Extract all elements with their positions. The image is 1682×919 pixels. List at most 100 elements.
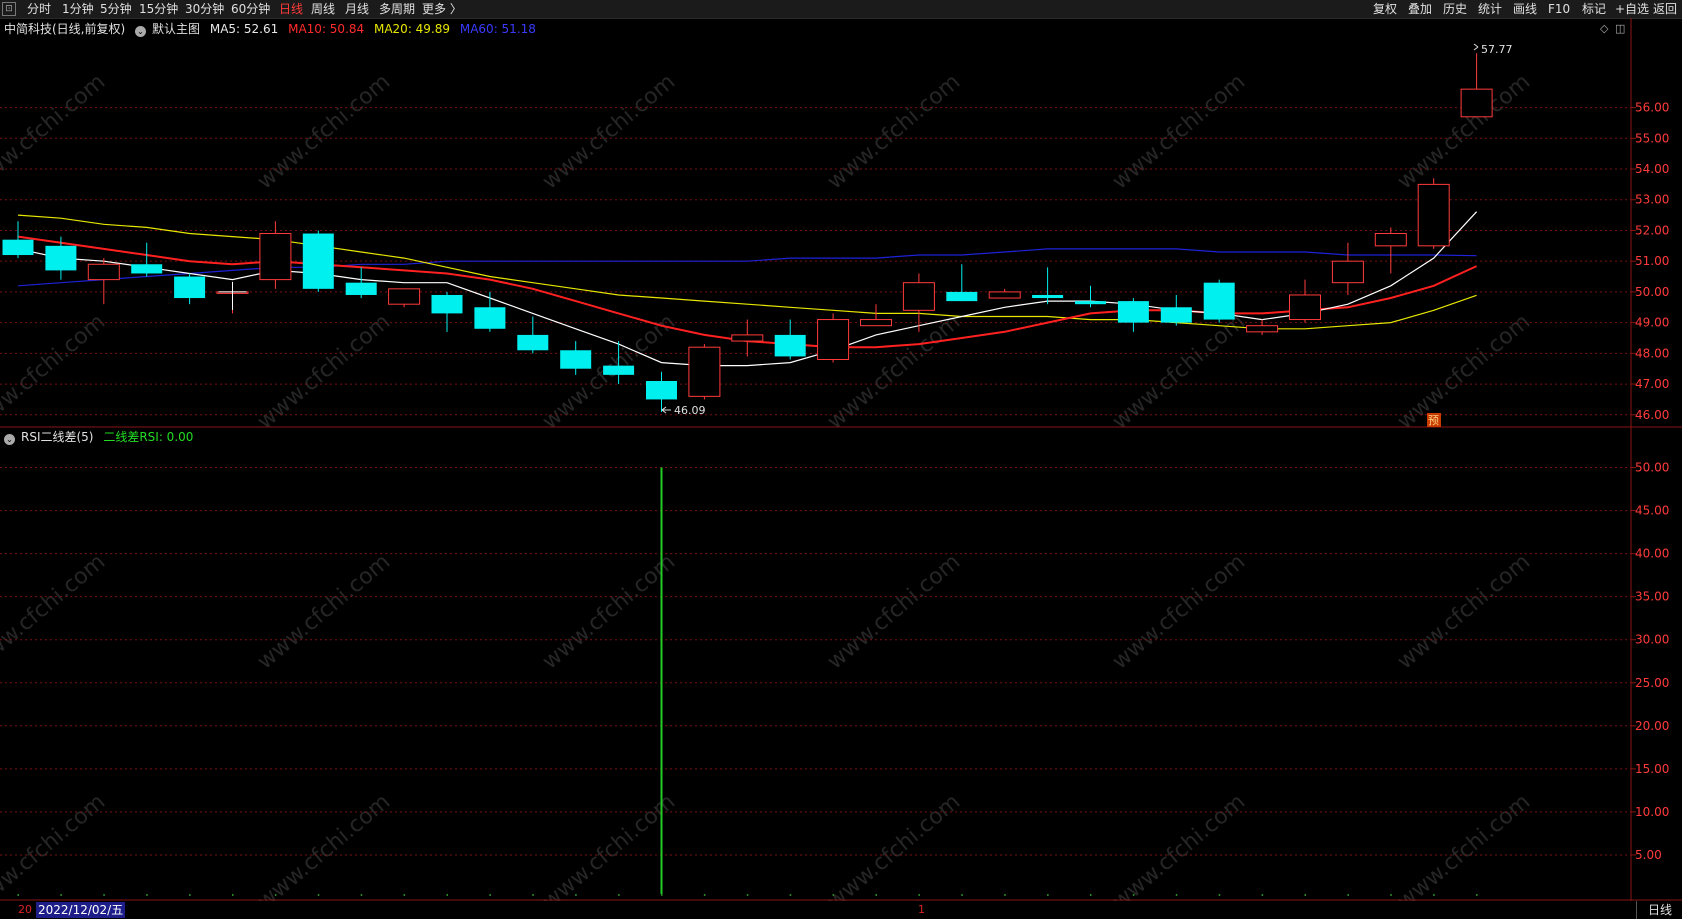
x-tick bbox=[489, 894, 491, 896]
x-tick bbox=[146, 894, 148, 896]
x-tick bbox=[1476, 894, 1478, 896]
x-tick bbox=[661, 894, 663, 896]
candle-body-up bbox=[1331, 260, 1364, 284]
watermark-text: www.cfchi.com bbox=[538, 789, 680, 901]
x-tick bbox=[403, 894, 406, 896]
ma-line-ma60 bbox=[17, 248, 1477, 287]
x-tick bbox=[360, 894, 363, 896]
candle-body-up bbox=[860, 319, 892, 327]
candle-body-down bbox=[345, 282, 377, 295]
watermark-text: www.cfchi.com bbox=[253, 309, 395, 434]
x-tick bbox=[1390, 894, 1392, 896]
x-tick bbox=[103, 894, 105, 896]
watermark-text: www.cfchi.com bbox=[1108, 69, 1250, 194]
x-tick bbox=[918, 894, 920, 896]
high-price-label: 57.77 bbox=[1481, 43, 1513, 56]
candle-body-down bbox=[431, 294, 463, 314]
candlesticks bbox=[2, 53, 1493, 413]
price-tick-label: 52.00 bbox=[1635, 223, 1669, 237]
candle-body-up bbox=[688, 346, 721, 397]
axis-start-mark: 20 bbox=[18, 903, 32, 916]
indicator-tick-label: 15.00 bbox=[1635, 762, 1669, 776]
x-tick bbox=[60, 894, 62, 896]
x-tick bbox=[446, 894, 448, 896]
candle-body-down bbox=[174, 276, 206, 299]
watermark-text: www.cfchi.com bbox=[1393, 789, 1535, 901]
watermark-text: www.cfchi.com bbox=[1108, 309, 1250, 434]
candle-body-down bbox=[1032, 294, 1064, 299]
candle-body-down bbox=[131, 264, 163, 274]
candle-body-up bbox=[87, 263, 120, 281]
candle-body-up bbox=[902, 282, 935, 311]
axis-mid-mark: 1 bbox=[918, 903, 925, 916]
x-tick bbox=[1047, 894, 1049, 896]
price-tick-label: 49.00 bbox=[1635, 316, 1669, 330]
indicator-tick-label: 50.00 bbox=[1635, 461, 1669, 475]
watermark-text: www.cfchi.com bbox=[823, 789, 965, 901]
candle-body-down bbox=[1203, 282, 1235, 320]
x-tick bbox=[1132, 894, 1135, 896]
watermark-text: www.cfchi.com bbox=[0, 309, 110, 434]
candle-body-down bbox=[774, 334, 806, 357]
x-tick bbox=[274, 894, 277, 896]
x-tick bbox=[1433, 894, 1435, 896]
indicator-tick-label: 5.00 bbox=[1635, 848, 1662, 862]
x-tick bbox=[1347, 894, 1349, 896]
candle-body-down bbox=[560, 350, 592, 369]
candle-body-up bbox=[1374, 233, 1407, 247]
price-tick-label: 48.00 bbox=[1635, 346, 1669, 360]
watermark-text: www.cfchi.com bbox=[1108, 549, 1250, 674]
candle-body-down bbox=[946, 291, 978, 302]
x-tick bbox=[1304, 894, 1306, 896]
price-tick-label: 50.00 bbox=[1635, 285, 1669, 299]
price-tick-label: 46.00 bbox=[1635, 408, 1669, 422]
indicator-tick-label: 30.00 bbox=[1635, 633, 1669, 647]
indicator-tick-label: 25.00 bbox=[1635, 676, 1669, 690]
candle-body-up bbox=[388, 288, 421, 305]
candle-body-down bbox=[603, 365, 635, 375]
watermark-text: www.cfchi.com bbox=[1393, 549, 1535, 674]
cursor-date: 2022/12/02/五 bbox=[36, 902, 126, 918]
watermark-text: www.cfchi.com bbox=[0, 69, 110, 194]
watermark: www.cfchi.com www.cfchi.com www.cfchi.com w… bbox=[0, 69, 1535, 901]
candle-body-down bbox=[1117, 301, 1149, 323]
low-price-label: 46.09 bbox=[674, 404, 706, 417]
candle-body-down bbox=[1160, 307, 1192, 323]
x-tick bbox=[832, 894, 835, 896]
candle-body-up bbox=[1246, 325, 1279, 333]
candle-body-up bbox=[1289, 294, 1321, 321]
candle-body-up bbox=[1417, 183, 1450, 247]
chart-area[interactable]: www.cfchi.com www.cfchi.com www.cfchi.com w… bbox=[0, 0, 1682, 901]
price-tick-label: 47.00 bbox=[1635, 377, 1669, 391]
candle-body-up bbox=[817, 319, 850, 360]
indicator-tick-label: 40.00 bbox=[1635, 547, 1669, 561]
watermark-text: www.cfchi.com bbox=[0, 549, 110, 674]
candle-body-down bbox=[1075, 301, 1106, 305]
candle-body-down bbox=[474, 307, 506, 329]
x-tick bbox=[618, 894, 620, 896]
indicator-tick-label: 35.00 bbox=[1635, 590, 1669, 604]
x-tick bbox=[575, 894, 577, 896]
price-tick-label: 51.00 bbox=[1635, 254, 1669, 268]
forecast-badge: 预 bbox=[1428, 414, 1439, 427]
x-tick bbox=[1090, 894, 1092, 896]
candle-body-up bbox=[1460, 88, 1493, 118]
watermark-text: www.cfchi.com bbox=[253, 789, 395, 901]
candle-body-up bbox=[988, 291, 1021, 299]
watermark-text: www.cfchi.com bbox=[538, 69, 680, 194]
crosshair-marker bbox=[218, 281, 247, 310]
candle-body-up bbox=[731, 334, 764, 342]
candle-body-down bbox=[2, 239, 34, 256]
ma-line-ma20 bbox=[17, 214, 1477, 330]
x-tick bbox=[532, 894, 534, 896]
main-grid: 46.00 47.00 48.00 49.00 50.00 51.00 52.00 53.00… bbox=[0, 101, 1669, 422]
watermark-text: www.cfchi.com bbox=[1393, 309, 1535, 434]
x-tick bbox=[1175, 894, 1178, 896]
x-tick bbox=[703, 894, 706, 896]
indicator-tick-label: 10.00 bbox=[1635, 805, 1669, 819]
price-tick-label: 53.00 bbox=[1635, 193, 1669, 207]
x-tick bbox=[189, 894, 191, 896]
period-selector[interactable]: 日线 bbox=[1636, 901, 1682, 919]
candle-body-down bbox=[45, 245, 77, 271]
watermark-text: www.cfchi.com bbox=[823, 69, 965, 194]
